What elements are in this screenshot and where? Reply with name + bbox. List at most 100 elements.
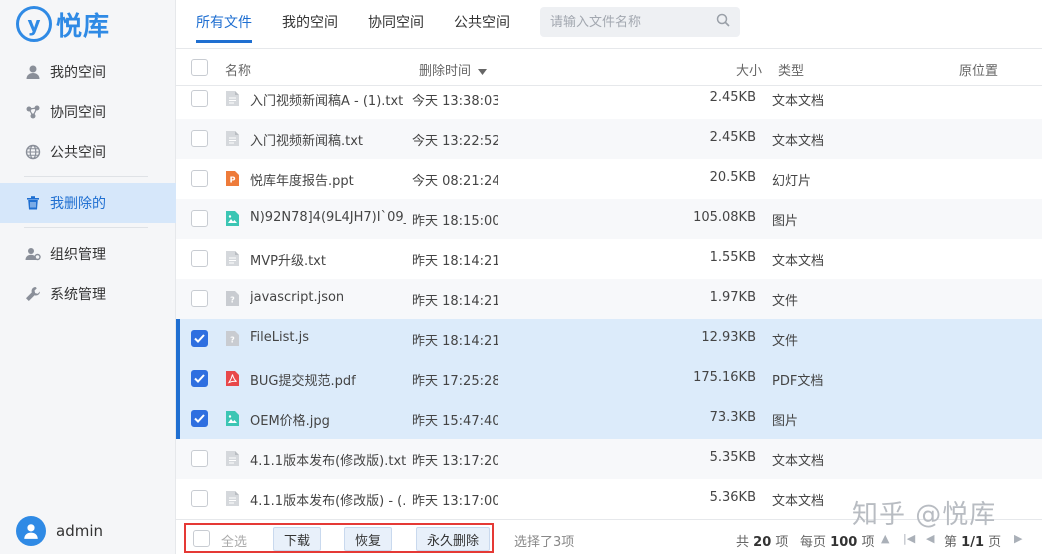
file-name[interactable]: 入门视频新闻稿A - (1).txt — [250, 90, 406, 109]
file-name[interactable]: 入门视频新闻稿.txt — [250, 130, 406, 149]
file-name[interactable]: N)92N78]4(9L4JH7)I`09_... — [250, 210, 406, 225]
delete-forever-button[interactable]: 永久删除 — [416, 527, 491, 551]
column-type[interactable]: 类型 — [778, 60, 804, 79]
globe-icon — [24, 143, 42, 161]
file-name[interactable]: BUG提交规范.pdf — [250, 370, 406, 389]
org-icon — [24, 245, 42, 263]
trash-icon — [24, 194, 42, 212]
file-name[interactable]: OEM价格.jpg — [250, 410, 406, 429]
row-checkbox[interactable] — [191, 130, 208, 147]
search-icon[interactable] — [716, 13, 730, 31]
table-row[interactable]: N)92N78]4(9L4JH7)I`09_... 昨天 18:15:00 105.… — [176, 199, 1042, 239]
file-size: 105.08KB — [693, 210, 756, 225]
select-all-label[interactable]: 全选 — [221, 531, 247, 550]
search-box — [540, 7, 740, 37]
checkmark-icon — [194, 414, 205, 423]
row-checkbox[interactable] — [191, 170, 208, 187]
page-size[interactable]: 每页 100 项 — [800, 531, 874, 550]
row-checkbox[interactable] — [191, 410, 208, 427]
deleted-time: 今天 08:21:24 — [412, 174, 498, 189]
row-checkbox[interactable] — [191, 290, 208, 307]
column-size[interactable]: 大小 — [736, 60, 762, 79]
column-deleted-time[interactable]: 删除时间 — [419, 60, 488, 79]
table-row[interactable]: MVP升级.txt 昨天 18:14:21 1.55KB 文本文档 — [176, 239, 1042, 279]
tab-public-space[interactable]: 公共空间 — [454, 12, 510, 32]
avatar — [16, 516, 46, 546]
table-row[interactable]: 4.1.1版本发布(修改版).txt 昨天 13:17:20 5.35KB 文本文档 — [176, 439, 1042, 479]
file-size: 2.45KB — [709, 90, 756, 105]
page-size-caret-icon[interactable]: ▲ — [881, 532, 889, 545]
file-name[interactable]: javascript.json — [250, 290, 406, 305]
download-button[interactable]: 下载 — [273, 527, 322, 551]
prev-page-icon[interactable]: ◀ — [926, 532, 934, 545]
sidebar-item-label: 组织管理 — [50, 247, 106, 263]
sidebar-item-deleted[interactable]: 我删除的 — [0, 183, 176, 223]
deleted-time: 昨天 17:25:28 — [412, 374, 498, 389]
table-row[interactable]: P 悦库年度报告.ppt 今天 08:21:24 20.5KB 幻灯片 — [176, 159, 1042, 199]
file-name[interactable]: 悦库年度报告.ppt — [250, 170, 406, 189]
tab-all-files[interactable]: 所有文件 — [196, 12, 252, 32]
column-name[interactable]: 名称 — [225, 60, 251, 79]
deleted-time: 昨天 13:17:00 — [412, 494, 498, 509]
table-row[interactable]: 入门视频新闻稿.txt 今天 13:22:52 2.45KB 文本文档 — [176, 119, 1042, 159]
deleted-time: 昨天 18:14:21 — [412, 294, 498, 309]
page-prefix: 第 — [944, 535, 958, 550]
first-page-icon[interactable]: |◀ — [903, 532, 915, 545]
file-name[interactable]: 4.1.1版本发布(修改版).txt — [250, 450, 406, 469]
file-name[interactable]: FileList.js — [250, 330, 406, 345]
file-name[interactable]: MVP升级.txt — [250, 250, 406, 269]
header-select-all-checkbox[interactable] — [191, 59, 208, 76]
row-checkbox[interactable] — [191, 450, 208, 467]
search-input[interactable] — [550, 14, 710, 30]
file-size: 2.45KB — [709, 130, 756, 145]
deleted-time: 昨天 13:17:20 — [412, 454, 498, 469]
sidebar-item-org-management[interactable]: 组织管理 — [0, 234, 176, 274]
file-name[interactable]: 4.1.1版本发布(修改版) - (... — [250, 490, 406, 509]
row-checkbox[interactable] — [191, 330, 208, 347]
page-suffix: 页 — [988, 535, 1002, 550]
sidebar: y 悦库 我的空间 协同空间 公共空间 我删除的 组织管理 系统管理 admin — [0, 0, 176, 554]
file-size: 1.97KB — [709, 290, 756, 305]
total-count: 共 20 项 — [736, 531, 788, 550]
wrench-icon — [24, 285, 42, 303]
checkmark-icon — [194, 374, 205, 383]
sidebar-item-collab-space[interactable]: 协同空间 — [0, 92, 176, 132]
sidebar-item-my-space[interactable]: 我的空间 — [0, 52, 176, 92]
column-origin[interactable]: 原位置 — [959, 60, 998, 79]
svg-text:?: ? — [230, 296, 235, 305]
sidebar-item-system-management[interactable]: 系统管理 — [0, 274, 176, 314]
column-deleted-time-label: 删除时间 — [419, 64, 472, 79]
tab-collab-space[interactable]: 协同空间 — [368, 12, 424, 32]
table-row[interactable]: OEM价格.jpg 昨天 15:47:40 73.3KB 图片 — [176, 399, 1042, 439]
file-size: 12.93KB — [701, 330, 756, 345]
table-row[interactable]: ? FileList.js 昨天 18:14:21 12.93KB 文件 — [176, 319, 1042, 359]
table-row[interactable]: 入门视频新闻稿A - (1).txt 今天 13:38:03 2.45KB 文本文档 — [176, 79, 1042, 119]
table-row[interactable]: BUG提交规范.pdf 昨天 17:25:28 175.16KB PDF文档 — [176, 359, 1042, 399]
restore-button[interactable]: 恢复 — [344, 527, 393, 551]
sidebar-item-label: 协同空间 — [50, 105, 106, 121]
row-checkbox[interactable] — [191, 90, 208, 107]
total-value: 20 — [753, 535, 772, 550]
footer-select-all-checkbox[interactable] — [193, 530, 210, 547]
share-icon — [24, 103, 42, 121]
watermark: 知乎 @悦库 — [852, 500, 997, 530]
table-row[interactable]: ? javascript.json 昨天 18:14:21 1.97KB 文件 — [176, 279, 1042, 319]
row-checkbox[interactable] — [191, 250, 208, 267]
file-type: PDF文档 — [772, 374, 824, 389]
app-logo[interactable]: y 悦库 — [16, 6, 110, 42]
row-checkbox[interactable] — [191, 490, 208, 507]
tab-my-space[interactable]: 我的空间 — [282, 12, 338, 32]
next-page-icon[interactable]: ▶ — [1014, 532, 1022, 545]
file-size: 175.16KB — [693, 370, 756, 385]
user-avatar-icon — [24, 524, 38, 539]
sidebar-item-public-space[interactable]: 公共空间 — [0, 132, 176, 172]
row-checkbox[interactable] — [191, 370, 208, 387]
divider — [24, 176, 148, 177]
pdf-file-icon — [226, 371, 239, 386]
user-profile[interactable]: admin — [16, 516, 103, 546]
file-type: 文本文档 — [772, 94, 825, 109]
row-checkbox[interactable] — [191, 210, 208, 227]
checkmark-icon — [194, 334, 205, 343]
unknown-file-icon: ? — [226, 331, 239, 346]
page-indicator: 第 1/1 页 — [944, 531, 1001, 550]
